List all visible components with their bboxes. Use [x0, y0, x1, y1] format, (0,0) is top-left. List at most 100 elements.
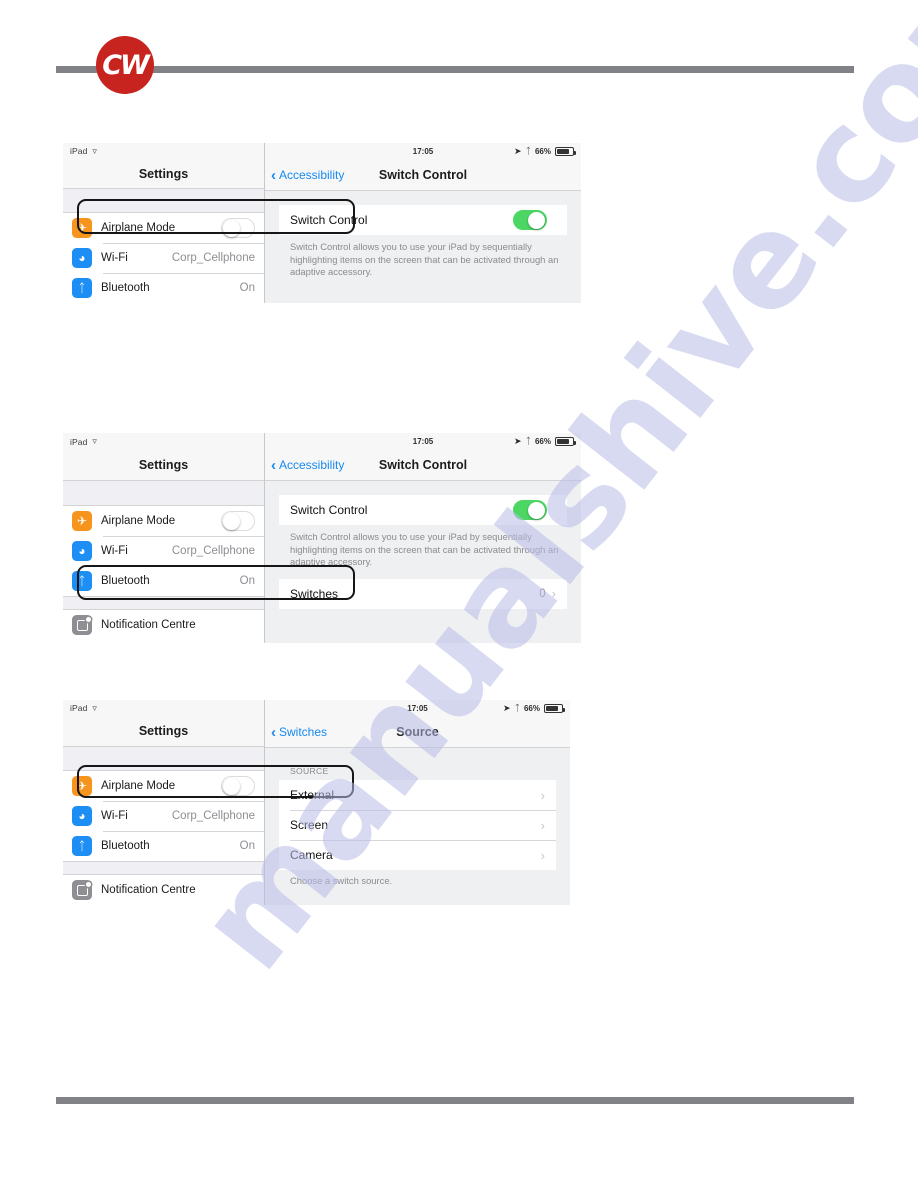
source-option-label: Camera — [290, 848, 333, 862]
source-group-header: SOURCE — [290, 766, 329, 776]
bluetooth-icon: ᛏ — [72, 836, 92, 856]
switch-control-card: Switch Control — [279, 205, 567, 235]
sidebar-group-separator — [63, 861, 264, 875]
source-option-label: Screen — [290, 818, 329, 832]
sidebar-item-airplane-mode[interactable]: ✈ Airplane Mode — [63, 771, 264, 801]
settings-list: ✈ Airplane Mode ◕ Wi-Fi Corp_Cellphone ᛏ… — [63, 771, 264, 905]
sidebar-item-wifi[interactable]: ◕ Wi-Fi Corp_Cellphone — [63, 243, 264, 273]
chevron-left-icon: ‹ — [271, 723, 276, 741]
sidebar-item-value: On — [239, 840, 255, 852]
airplane-mode-toggle[interactable] — [221, 511, 255, 531]
source-option-camera[interactable]: Camera › — [279, 840, 556, 870]
sidebar-item-value: Corp_Cellphone — [171, 810, 255, 822]
wifi-icon: ◕ — [72, 541, 92, 561]
sidebar-group-separator — [63, 596, 264, 610]
notification-centre-icon — [72, 615, 92, 635]
chevron-right-icon: › — [551, 586, 556, 602]
sidebar-item-label: Bluetooth — [101, 282, 150, 294]
sidebar-item-notification-centre[interactable]: Notification Centre — [63, 875, 264, 905]
sidebar-item-label: Wi-Fi — [101, 545, 128, 557]
detail-content: SOURCE External › Screen › Camera › Choo… — [265, 748, 570, 905]
sidebar-item-bluetooth[interactable]: ᛏ Bluetooth On — [63, 831, 264, 861]
settings-navbar: Settings — [63, 716, 264, 747]
settings-title: Settings — [138, 166, 189, 181]
airplane-icon: ✈ — [72, 776, 92, 796]
source-option-external[interactable]: External › — [279, 780, 556, 810]
settings-sidebar: iPad ▿ Settings ✈ Airplane Mode ◕ Wi-Fi … — [63, 433, 265, 643]
sidebar-item-airplane-mode[interactable]: ✈ Airplane Mode — [63, 506, 264, 536]
sidebar-item-notification-centre[interactable]: Notification Centre — [63, 610, 264, 640]
status-bar-left: iPad ▿ — [63, 143, 264, 160]
sidebar-item-wifi[interactable]: ◕ Wi-Fi Corp_Cellphone — [63, 801, 264, 831]
detail-content: Switch Control Switch Control allows you… — [265, 481, 581, 643]
battery-icon — [555, 147, 576, 156]
chevron-left-icon: ‹ — [271, 166, 276, 184]
status-device-label: iPad — [70, 146, 88, 157]
logo-text: CW — [102, 49, 150, 81]
sidebar-item-bluetooth[interactable]: ᛏ Bluetooth On — [63, 273, 264, 303]
detail-navbar: ‹ Accessibility Switch Control — [265, 160, 581, 191]
switch-control-label: Switch Control — [290, 503, 368, 517]
settings-sidebar: iPad ▿ Settings ✈ Airplane Mode ◕ Wi-Fi … — [63, 700, 265, 905]
airplane-mode-toggle[interactable] — [221, 776, 255, 796]
footer-rule — [56, 1097, 854, 1104]
sidebar-item-wifi[interactable]: ◕ Wi-Fi Corp_Cellphone — [63, 536, 264, 566]
source-option-screen[interactable]: Screen › — [279, 810, 556, 840]
sidebar-spacer — [63, 189, 264, 213]
airplane-mode-toggle[interactable] — [221, 218, 255, 238]
detail-navbar: ‹ Accessibility Switch Control — [265, 450, 581, 481]
settings-navbar: Settings — [63, 159, 264, 190]
battery-icon — [544, 704, 565, 713]
notification-centre-icon — [72, 880, 92, 900]
back-button-switches[interactable]: ‹ Switches — [271, 725, 327, 740]
battery-icon — [555, 437, 576, 446]
source-footer-note: Choose a switch source. — [290, 875, 393, 886]
settings-navbar: Settings — [63, 450, 264, 481]
sidebar-item-label: Notification Centre — [101, 884, 196, 896]
wifi-icon: ◕ — [72, 248, 92, 268]
switches-row[interactable]: Switches 0 › — [279, 579, 567, 609]
switch-control-row[interactable]: Switch Control — [279, 495, 567, 525]
switch-control-row[interactable]: Switch Control — [279, 205, 567, 235]
detail-content: Switch Control Switch Control allows you… — [265, 191, 581, 303]
chevron-right-icon: › — [540, 787, 545, 803]
battery-percent: 66% — [523, 704, 540, 713]
detail-title: Source — [396, 725, 439, 739]
switch-control-toggle[interactable] — [513, 210, 547, 230]
screenshot-panel-source: iPad ▿ Settings ✈ Airplane Mode ◕ Wi-Fi … — [63, 700, 570, 905]
sidebar-item-value: Corp_Cellphone — [171, 545, 255, 557]
bluetooth-icon: ᛏ — [514, 703, 520, 713]
status-bar-left: iPad ▿ — [63, 433, 264, 450]
screenshot-panel-switch-control-toggle: iPad ▿ Settings ✈ Airplane Mode ◕ Wi-Fi … — [63, 143, 581, 303]
detail-pane: 17:05 ➤ ᛏ 66% ‹ Accessibility Switch Con… — [77, 433, 581, 643]
airplane-icon: ✈ — [72, 218, 92, 238]
wifi-icon: ▿ — [92, 145, 97, 156]
sidebar-item-label: Bluetooth — [101, 840, 150, 852]
detail-pane: 17:05 ➤ ᛏ 66% ‹ Accessibility Switch Con… — [77, 143, 581, 303]
detail-title: Switch Control — [378, 168, 468, 182]
switches-count: 0 — [539, 587, 546, 600]
back-button-label: Accessibility — [279, 458, 345, 472]
sidebar-item-airplane-mode[interactable]: ✈ Airplane Mode — [63, 213, 264, 243]
source-option-label: External — [290, 788, 335, 802]
status-device-label: iPad — [70, 436, 88, 447]
sidebar-item-label: Wi-Fi — [101, 810, 128, 822]
chevron-right-icon: › — [540, 817, 545, 833]
switch-control-description: Switch Control allows you to use your iP… — [290, 241, 559, 278]
status-bar-right: 17:05 ➤ ᛏ 66% — [265, 143, 581, 160]
sidebar-item-label: Bluetooth — [101, 575, 150, 587]
sidebar-item-label: Wi-Fi — [101, 252, 128, 264]
status-time: 17:05 — [412, 437, 434, 446]
bluetooth-icon: ᛏ — [72, 278, 92, 298]
airplane-icon: ✈ — [72, 511, 92, 531]
status-bar-right: 17:05 ➤ ᛏ 66% — [265, 700, 570, 717]
settings-title: Settings — [138, 458, 189, 472]
back-button-label: Switches — [279, 725, 328, 739]
switch-control-toggle[interactable] — [513, 500, 547, 520]
back-button-accessibility[interactable]: ‹ Accessibility — [271, 168, 344, 183]
sidebar-item-bluetooth[interactable]: ᛏ Bluetooth On — [63, 566, 264, 596]
sidebar-item-value: Corp_Cellphone — [171, 252, 255, 264]
back-button-accessibility[interactable]: ‹ Accessibility — [271, 458, 344, 473]
switch-control-description: Switch Control allows you to use your iP… — [290, 531, 559, 568]
status-time: 17:05 — [407, 704, 428, 713]
